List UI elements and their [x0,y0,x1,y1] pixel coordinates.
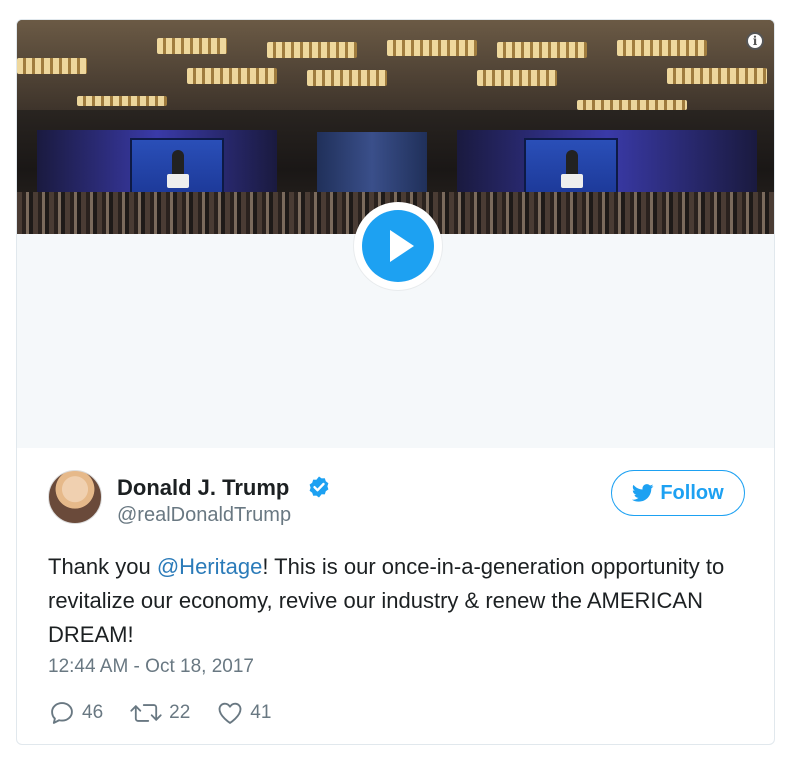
ceiling-light [387,40,477,56]
follow-button[interactable]: Follow [611,470,745,516]
retweet-icon [130,704,162,722]
ceiling-light [77,96,167,106]
timestamp-link[interactable]: 12:44 AM - Oct 18, 2017 [48,656,254,678]
heart-icon [218,702,242,724]
info-icon[interactable]: i [746,32,764,50]
mention-link[interactable]: @Heritage [157,554,263,579]
play-button[interactable] [354,202,442,290]
tweet-text-before: Thank you [48,554,157,579]
projection-screen-right [524,138,618,194]
ceiling-light [17,58,87,74]
tweet-actions: 46 22 41 [48,698,271,728]
tweet-text: Thank you @Heritage! This is our once-in… [48,550,748,652]
author-handle[interactable]: @realDonaldTrump [117,504,291,527]
ceiling-light [497,42,587,58]
reply-icon [51,702,73,724]
tweet-card: i Donald J. Trump @realDonaldTrump Follo… [16,19,775,745]
retweet-button[interactable]: 22 [129,699,190,727]
ceiling-light [187,68,277,84]
reply-count: 46 [82,702,104,723]
ceiling-light [667,68,767,84]
ceiling-light [617,40,707,56]
ceiling-light [477,70,557,86]
play-icon [362,210,434,282]
ceiling-light [577,100,687,110]
ceiling-light [157,38,227,54]
video-media[interactable]: i [17,20,774,448]
twitter-bird-icon [632,484,654,502]
follow-label: Follow [660,481,724,504]
ceiling-light [267,42,357,58]
ceiling-light [307,70,387,86]
projection-screen-left [130,138,224,194]
avatar[interactable] [48,470,102,524]
author-name[interactable]: Donald J. Trump [117,475,289,501]
verified-badge-icon [309,476,329,498]
like-count: 41 [250,702,272,723]
retweet-count: 22 [169,702,191,723]
reply-button[interactable]: 46 [48,699,103,727]
like-button[interactable]: 41 [216,699,271,727]
